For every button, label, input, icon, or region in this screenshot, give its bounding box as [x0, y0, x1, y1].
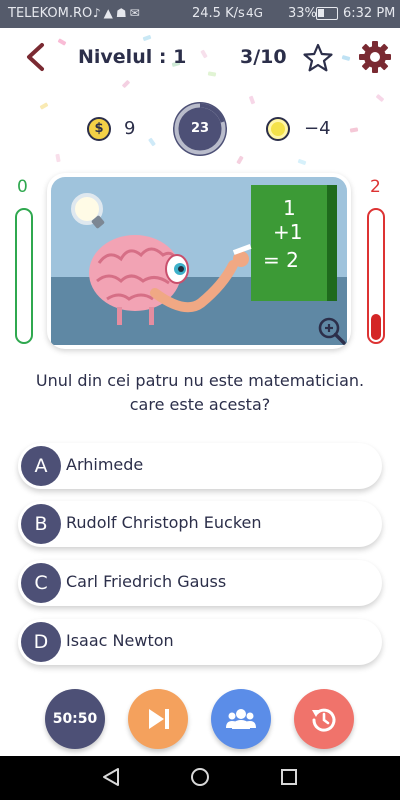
question-text: Unul din cei patru nu este matematician.… [35, 371, 365, 414]
wrong-meter [367, 208, 385, 344]
bonus-coin-icon [266, 117, 290, 141]
skip-question-button[interactable] [128, 689, 188, 749]
skip-forward-icon [149, 709, 169, 729]
clock: 6:32 PM [343, 6, 396, 21]
people-icon [226, 709, 256, 729]
network-type: 4G [246, 6, 263, 20]
wrong-count: 2 [370, 177, 381, 197]
answer-option-a[interactable]: A Arhimede [18, 443, 382, 489]
question-progress: 3/10 [240, 46, 287, 68]
chalk-line-3: = 2 [263, 248, 299, 272]
coin-icon: $ [87, 117, 111, 141]
brain-chalkboard-illustration: 1 +1 = 2 [51, 177, 347, 345]
battery-icon [316, 7, 338, 20]
zoom-in-icon[interactable] [317, 316, 347, 346]
answer-letter: A [21, 446, 61, 486]
timer-value: 23 [190, 121, 210, 136]
question-image[interactable]: 1 +1 = 2 [47, 173, 351, 349]
correct-meter [15, 208, 33, 344]
back-arrow-icon[interactable] [22, 42, 50, 72]
carrier-label: TELEKOM.RO [8, 6, 93, 21]
answer-text: Carl Friedrich Gauss [66, 572, 227, 591]
nav-home-icon[interactable] [190, 767, 210, 787]
coins-count: 9 [124, 118, 136, 139]
star-icon[interactable] [302, 42, 334, 74]
level-title: Nivelul : 1 [78, 46, 187, 68]
answer-letter: B [21, 504, 61, 544]
chalk-line-1: 1 [283, 196, 296, 220]
gear-icon[interactable] [358, 40, 392, 74]
answer-text: Rudolf Christoph Eucken [66, 513, 262, 532]
history-icon [312, 708, 336, 732]
nav-recent-apps-icon[interactable] [280, 768, 298, 786]
answer-text: Arhimede [66, 455, 144, 474]
answer-letter: C [21, 563, 61, 603]
wrong-meter-fill [371, 313, 381, 340]
network-speed: 24.5 K/s [192, 6, 245, 21]
answer-option-d[interactable]: D Isaac Newton [18, 619, 382, 665]
battery-percent: 33% [288, 6, 317, 21]
answer-letter: D [21, 622, 61, 662]
correct-count: 0 [17, 177, 28, 197]
chalk-line-2: +1 [273, 220, 302, 244]
answer-option-c[interactable]: C Carl Friedrich Gauss [18, 560, 382, 606]
bonus-count: −4 [304, 118, 331, 139]
answer-option-b[interactable]: B Rudolf Christoph Eucken [18, 501, 382, 547]
answer-text: Isaac Newton [66, 631, 174, 650]
fifty-fifty-button[interactable]: 50:50 [45, 689, 105, 749]
ask-audience-button[interactable] [211, 689, 271, 749]
nav-back-icon[interactable] [101, 767, 121, 787]
notification-icons: ♪▲☗✉ [93, 6, 143, 20]
status-bar: TELEKOM.RO ♪▲☗✉ 24.5 K/s 4G 33% 6:32 PM [0, 0, 400, 28]
restart-button[interactable] [294, 689, 354, 749]
